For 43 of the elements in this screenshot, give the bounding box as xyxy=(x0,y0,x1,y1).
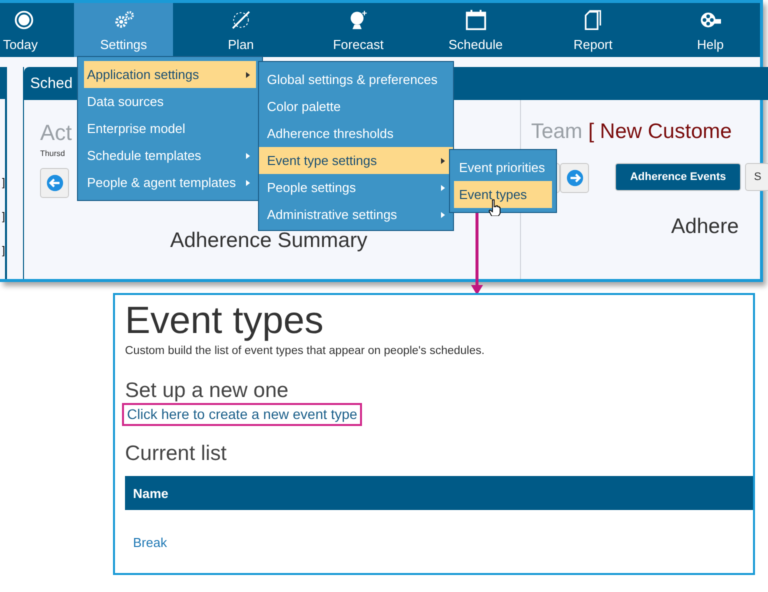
nav-tab[interactable]: Settings xyxy=(74,3,174,57)
section-heading: Current list xyxy=(125,442,228,466)
menu-item[interactable]: Enterprise model xyxy=(84,115,256,142)
section-heading: Set up a new one xyxy=(125,379,290,403)
menu-item[interactable]: Color palette xyxy=(259,93,453,120)
summary-title: Adherence Summary xyxy=(170,229,368,253)
gears-icon xyxy=(112,8,135,30)
nav-tab[interactable]: Help xyxy=(660,3,760,57)
page-title: Event types xyxy=(125,299,325,343)
nav-tab[interactable]: Report xyxy=(543,3,643,57)
calendar-icon xyxy=(464,8,487,30)
view-tab[interactable]: S xyxy=(745,163,768,191)
create-link[interactable]: Click here to create a new event type xyxy=(122,403,362,426)
date-text: Thursd xyxy=(40,149,65,158)
nav-tab[interactable]: Schedule xyxy=(426,3,526,57)
bracket-text: ] xyxy=(2,211,6,223)
sun-icon xyxy=(13,8,35,30)
menu-item[interactable]: Data sources xyxy=(84,88,256,115)
nav-tab[interactable]: Today xyxy=(0,3,56,57)
next-button[interactable] xyxy=(560,163,590,193)
menu-item[interactable]: Application settings xyxy=(84,61,256,88)
team-heading: Team [ New Custome xyxy=(531,120,732,145)
menu-item[interactable]: Schedule templates xyxy=(84,142,256,169)
bracket-text: ] xyxy=(2,245,6,257)
description-text: Custom build the list of event types that appear on people's schedules. xyxy=(125,345,486,357)
menu-item[interactable]: Global settings & preferences xyxy=(259,66,453,93)
bracket-text: ] xyxy=(2,177,6,189)
menu-item[interactable]: Adherence thresholds xyxy=(259,120,453,147)
menu-item[interactable]: Administrative settings xyxy=(259,201,453,228)
compass-icon xyxy=(230,8,252,30)
menu-item[interactable]: Event priorities xyxy=(454,154,552,181)
panel-title: Sched xyxy=(30,75,73,92)
menu-item[interactable]: People settings xyxy=(259,174,453,201)
menu-item[interactable]: Event type settings xyxy=(259,147,453,174)
event-type-link[interactable]: Break xyxy=(133,535,167,550)
previous-button[interactable] xyxy=(40,168,70,198)
summary-title: Adhere xyxy=(671,215,739,239)
column-header: Name xyxy=(133,486,168,500)
nav-tab[interactable]: Plan xyxy=(191,3,291,57)
nav-tab[interactable]: Forecast xyxy=(308,3,408,57)
view-tab[interactable]: Adherence Events xyxy=(615,163,742,191)
menu-item[interactable]: People & agent templates xyxy=(84,169,256,196)
activity-heading: Act xyxy=(40,120,72,147)
